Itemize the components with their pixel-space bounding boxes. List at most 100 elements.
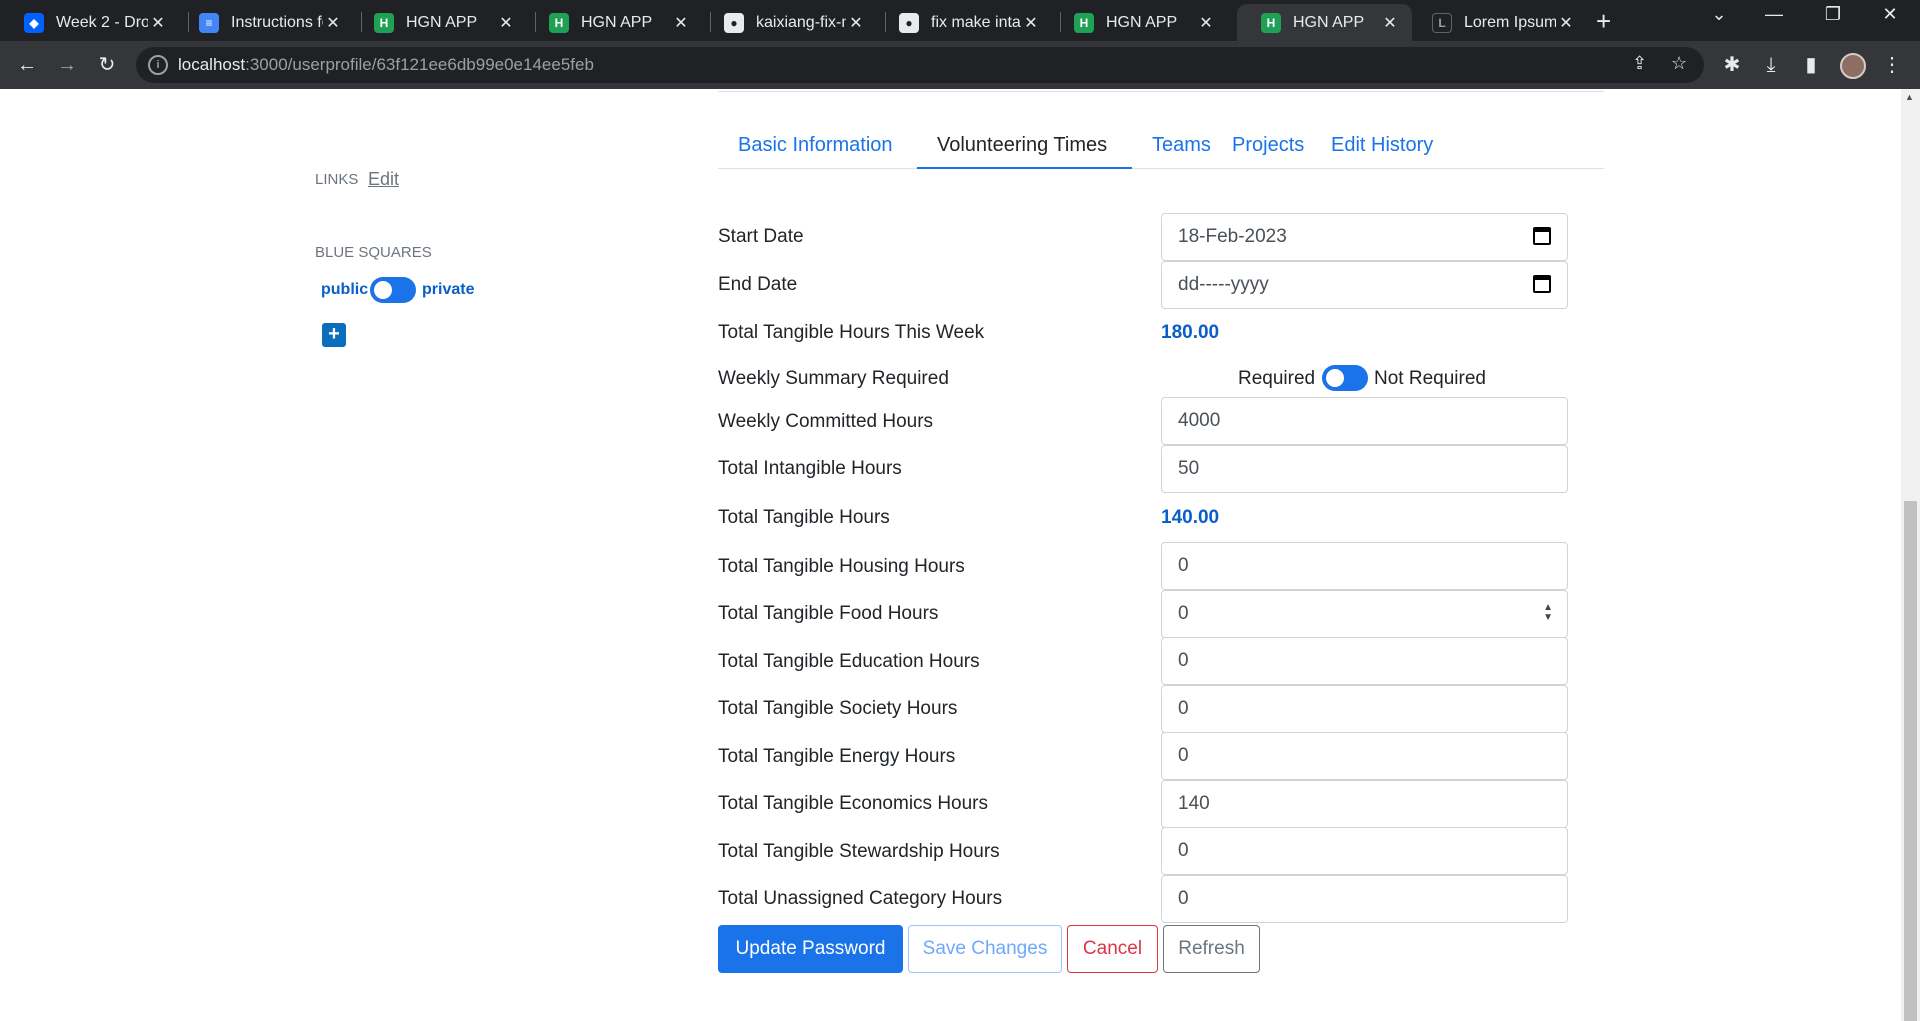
end-date-placeholder: dd-----yyyy bbox=[1178, 274, 1269, 295]
browser-tab-title: HGN APP bbox=[406, 13, 478, 31]
site-info-icon[interactable]: i bbox=[148, 55, 168, 75]
github-icon: ● bbox=[899, 12, 919, 33]
close-icon[interactable]: ✕ bbox=[1556, 13, 1576, 33]
add-blue-square-button[interactable]: + bbox=[322, 323, 346, 347]
minimize-icon[interactable]: — bbox=[1754, 4, 1794, 25]
calendar-icon[interactable] bbox=[1533, 227, 1551, 245]
unassigned-input[interactable]: 0 bbox=[1161, 875, 1568, 923]
divider bbox=[718, 91, 1604, 92]
blue-squares-privacy-toggle[interactable] bbox=[370, 277, 416, 303]
weekly-summary-label: Weekly Summary Required bbox=[718, 368, 949, 389]
close-icon[interactable]: ✕ bbox=[148, 13, 168, 33]
tab-projects[interactable]: Projects bbox=[1212, 125, 1324, 169]
hgn-icon: H bbox=[374, 12, 394, 33]
scroll-up-icon[interactable]: ▲ bbox=[1905, 92, 1914, 102]
side-panel-icon[interactable]: ▮ bbox=[1797, 51, 1825, 79]
close-window-icon[interactable]: ✕ bbox=[1870, 4, 1910, 25]
economics-input[interactable]: 140 bbox=[1161, 780, 1568, 828]
education-label: Total Tangible Education Hours bbox=[718, 651, 980, 672]
food-input[interactable]: 0 ▲ ▼ bbox=[1161, 590, 1568, 638]
github-icon: ● bbox=[724, 12, 744, 33]
new-tab-icon[interactable]: + bbox=[1596, 6, 1611, 37]
intangible-label: Total Intangible Hours bbox=[718, 458, 902, 479]
save-changes-button[interactable]: Save Changes bbox=[908, 925, 1062, 973]
food-label: Total Tangible Food Hours bbox=[718, 603, 939, 624]
cancel-button[interactable]: Cancel bbox=[1067, 925, 1158, 973]
browser-tab[interactable]: ● kaixiang-fix-m ✕ bbox=[700, 4, 878, 41]
avatar[interactable] bbox=[1840, 53, 1866, 79]
address-bar[interactable]: i localhost:3000/userprofile/63f121ee6db… bbox=[136, 47, 1704, 83]
energy-label: Total Tangible Energy Hours bbox=[718, 746, 956, 767]
links-heading: LINKS bbox=[315, 171, 359, 188]
close-icon[interactable]: ✕ bbox=[496, 13, 516, 33]
update-password-button[interactable]: Update Password bbox=[718, 925, 903, 973]
browser-tab[interactable]: H HGN APP ✕ bbox=[1050, 4, 1228, 41]
tangible-total-label: Total Tangible Hours bbox=[718, 507, 890, 528]
required-option-label: Required bbox=[1238, 368, 1316, 389]
close-icon[interactable]: ✕ bbox=[1196, 13, 1216, 33]
hgn-icon: H bbox=[1261, 12, 1281, 33]
private-label: private bbox=[422, 281, 475, 298]
scrollbar-thumb[interactable] bbox=[1904, 501, 1917, 1021]
browser-tab[interactable]: H HGN APP ✕ bbox=[350, 4, 528, 41]
public-label: public bbox=[321, 281, 369, 298]
menu-icon[interactable]: ⋮ bbox=[1878, 51, 1906, 79]
society-input[interactable]: 0 bbox=[1161, 685, 1568, 733]
housing-label: Total Tangible Housing Hours bbox=[718, 556, 965, 577]
back-icon[interactable]: ← bbox=[13, 51, 41, 79]
browser-tab-title: Lorem Ipsum bbox=[1464, 13, 1556, 31]
reload-icon[interactable]: ↻ bbox=[93, 51, 121, 79]
chevron-down-icon[interactable]: ⌄ bbox=[1699, 4, 1739, 25]
share-icon[interactable]: ⇪ bbox=[1632, 53, 1647, 74]
intangible-input[interactable]: 50 bbox=[1161, 445, 1568, 493]
start-date-input[interactable]: 18-Feb-2023 bbox=[1161, 213, 1568, 261]
education-input[interactable]: 0 bbox=[1161, 637, 1568, 685]
unassigned-label: Total Unassigned Category Hours bbox=[718, 888, 1003, 909]
close-icon[interactable]: ✕ bbox=[1021, 13, 1041, 33]
calendar-icon[interactable] bbox=[1533, 275, 1551, 293]
browser-tab[interactable]: L Lorem Ipsum ✕ bbox=[1408, 4, 1588, 41]
forward-icon[interactable]: → bbox=[53, 51, 81, 79]
browser-tab-title: fix make intan bbox=[931, 13, 1021, 31]
dropbox-icon: ◆ bbox=[24, 12, 44, 33]
tangible-week-label: Total Tangible Hours This Week bbox=[718, 322, 985, 343]
browser-tab[interactable]: H HGN APP ✕ bbox=[525, 4, 703, 41]
star-icon[interactable]: ☆ bbox=[1671, 53, 1687, 74]
links-edit-link[interactable]: Edit bbox=[368, 169, 399, 190]
browser-tab[interactable]: ≡ Instructions fo ✕ bbox=[175, 4, 355, 41]
lorem-icon: L bbox=[1432, 12, 1452, 33]
energy-input[interactable]: 0 bbox=[1161, 732, 1568, 780]
browser-tab[interactable]: ● fix make intan ✕ bbox=[875, 4, 1053, 41]
url-text[interactable]: localhost:3000/userprofile/63f121ee6db99… bbox=[178, 55, 594, 75]
close-icon[interactable]: ✕ bbox=[1380, 13, 1400, 33]
housing-input[interactable]: 0 bbox=[1161, 542, 1568, 590]
browser-tab-active[interactable]: H HGN APP ✕ bbox=[1237, 4, 1412, 41]
extensions-icon[interactable]: ✱ bbox=[1718, 51, 1746, 79]
number-stepper-icon[interactable]: ▲ ▼ bbox=[1543, 603, 1553, 623]
browser-tab[interactable]: ◆ Week 2 - Drop ✕ bbox=[0, 4, 180, 41]
economics-label: Total Tangible Economics Hours bbox=[718, 793, 989, 814]
close-icon[interactable]: ✕ bbox=[671, 13, 691, 33]
restore-icon[interactable]: ❐ bbox=[1813, 4, 1853, 25]
tangible-week-value: 180.00 bbox=[1161, 322, 1220, 343]
page-scrollbar[interactable]: ▲ bbox=[1901, 89, 1920, 1021]
weekly-committed-label: Weekly Committed Hours bbox=[718, 411, 934, 432]
start-date-label: Start Date bbox=[718, 226, 804, 247]
weekly-committed-input[interactable]: 4000 bbox=[1161, 397, 1568, 445]
stewardship-input[interactable]: 0 bbox=[1161, 827, 1568, 875]
refresh-button[interactable]: Refresh bbox=[1163, 925, 1260, 973]
browser-toolbar: ← → ↻ i localhost:3000/userprofile/63f12… bbox=[0, 41, 1920, 89]
housing-value: 0 bbox=[1178, 555, 1189, 576]
end-date-input[interactable]: dd-----yyyy bbox=[1161, 261, 1568, 309]
browser-tab-strip: ◆ Week 2 - Drop ✕ ≡ Instructions fo ✕ H … bbox=[0, 0, 1920, 41]
tab-edit-history[interactable]: Edit History bbox=[1311, 125, 1453, 169]
food-value: 0 bbox=[1178, 603, 1189, 624]
close-icon[interactable]: ✕ bbox=[846, 13, 866, 33]
download-icon[interactable]: ⤓ bbox=[1757, 51, 1785, 79]
toggle-knob bbox=[374, 281, 392, 299]
weekly-summary-toggle[interactable] bbox=[1322, 365, 1368, 391]
close-icon[interactable]: ✕ bbox=[323, 13, 343, 33]
hgn-icon: H bbox=[1074, 12, 1094, 33]
tab-basic-information[interactable]: Basic Information bbox=[718, 125, 913, 169]
tab-volunteering-times[interactable]: Volunteering Times bbox=[917, 125, 1132, 169]
